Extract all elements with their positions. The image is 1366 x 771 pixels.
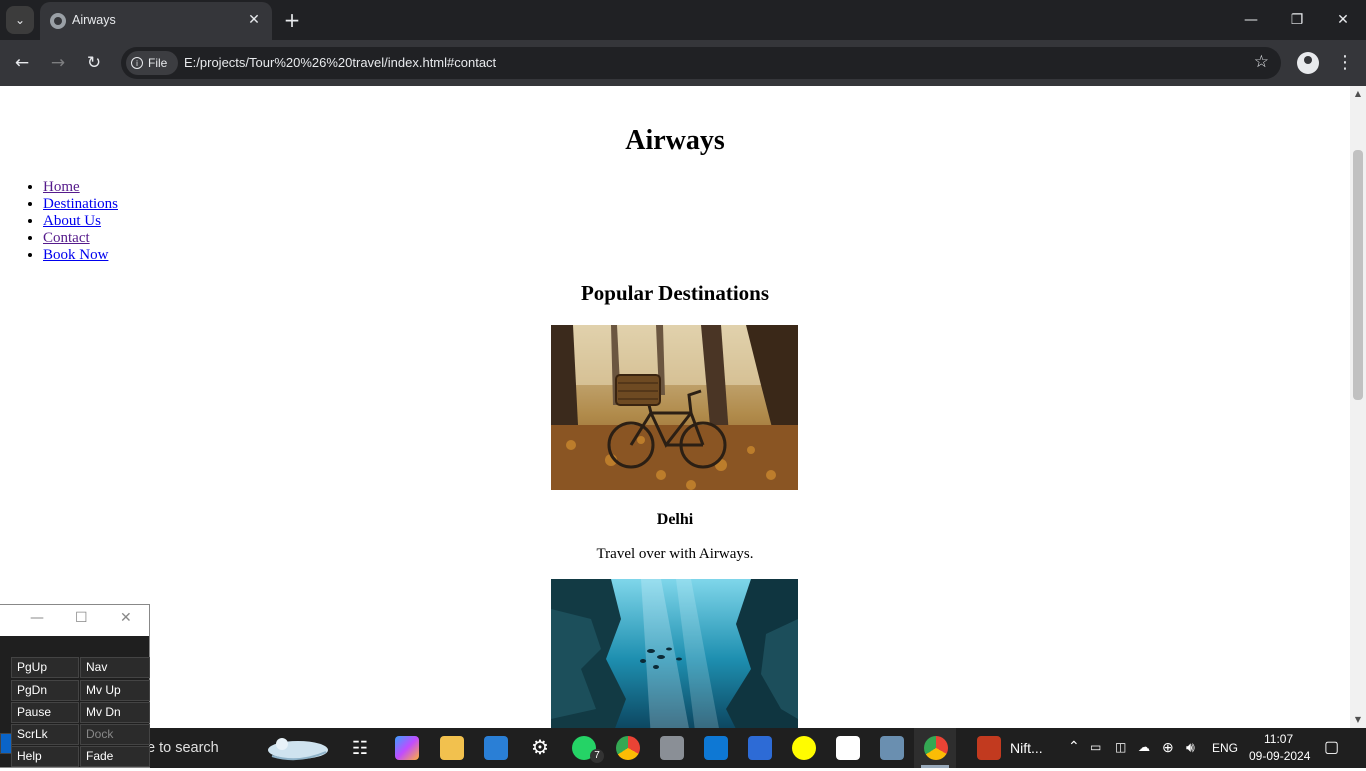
page-viewport: Airways Home Destinations About Us Conta… [0, 86, 1350, 728]
close-window-icon: ✕ [1337, 12, 1349, 28]
page-scrollbar[interactable]: ▲ ▼ [1350, 86, 1366, 728]
running-app-label[interactable]: Nift... [1010, 740, 1043, 756]
meet-icon[interactable]: ◫ [1115, 740, 1126, 754]
nav-link-about[interactable]: About Us [43, 213, 101, 229]
osk-key-pgdn[interactable]: PgDn [11, 680, 79, 701]
camera-icon[interactable] [660, 736, 684, 760]
battery-icon[interactable]: ▭ [1090, 740, 1101, 754]
osk-key-help[interactable]: Help [11, 746, 79, 767]
file-explorer-icon[interactable] [440, 736, 464, 760]
osk-titlebar: — ☐ ✕ [0, 605, 149, 636]
tab-search-button[interactable]: ⌄ [6, 6, 34, 34]
nav-item-book: Book Now [43, 247, 118, 264]
whatsapp-badge: 7 [590, 749, 604, 763]
cloud-icon[interactable]: ☁ [1138, 740, 1150, 754]
site-info-label: File [148, 56, 168, 70]
language-indicator[interactable]: ENG [1212, 741, 1238, 755]
minimize-icon: — [1244, 12, 1258, 28]
chrome-active-icon[interactable] [924, 736, 948, 760]
close-icon[interactable]: ✕ [244, 10, 264, 30]
nav-item-home: Home [43, 179, 118, 196]
osk-key-scrlk[interactable]: ScrLk [11, 724, 79, 745]
site-title: Airways [625, 125, 725, 156]
nav-item-contact: Contact [43, 230, 118, 247]
on-screen-keyboard-window: — ☐ ✕ PgUp Nav PgDn Mv Up Pause Mv Dn Sc… [0, 604, 150, 768]
info-icon: i [131, 57, 143, 69]
nav-item-about: About Us [43, 213, 118, 230]
osk-key-dock[interactable]: Dock [80, 724, 150, 745]
restore-button[interactable]: ❐ [1274, 0, 1320, 40]
reload-icon: ↻ [86, 53, 102, 73]
globe-icon [50, 13, 66, 29]
tab-title: Airways [72, 13, 116, 27]
destination-description: Travel over with Airways. [596, 546, 754, 562]
tab-strip: ⌄ Airways ✕ + — ❐ ✕ [0, 0, 1366, 40]
chevron-up-icon[interactable]: ⌃ [1068, 738, 1080, 755]
address-bar[interactable]: i File E:/projects/Tour%20%26%20travel/i… [121, 47, 1281, 79]
clock-date[interactable]: 09-09-2024 [1249, 749, 1310, 763]
scroll-down-icon[interactable]: ▼ [1350, 712, 1366, 728]
store-icon[interactable] [748, 736, 772, 760]
site-nav: Home Destinations About Us Contact Book … [0, 179, 118, 264]
task-view-icon[interactable]: ☷ [348, 736, 372, 760]
arrow-left-icon: ← [14, 53, 30, 73]
kebab-menu-icon[interactable]: ⋮ [1336, 50, 1354, 76]
chevron-down-icon: ⌄ [14, 13, 26, 27]
osk-key-fade[interactable]: Fade [80, 746, 150, 767]
reload-button[interactable]: ↻ [81, 50, 107, 76]
snapchat-icon[interactable] [792, 736, 816, 760]
copilot-icon[interactable] [395, 736, 419, 760]
clock-time[interactable]: 11:07 [1264, 732, 1293, 746]
url-text[interactable]: E:/projects/Tour%20%26%20travel/index.ht… [184, 55, 496, 70]
scroll-thumb[interactable] [1353, 150, 1363, 400]
osk-minimize-icon[interactable]: — [30, 610, 44, 626]
osk-key-pause[interactable]: Pause [11, 702, 79, 723]
restore-icon: ❐ [1290, 12, 1304, 28]
chrome-icon[interactable] [616, 736, 640, 760]
site-info-chip[interactable]: i File [126, 51, 178, 75]
volume-icon[interactable]: 🔊︎ [1186, 739, 1195, 756]
close-window-button[interactable]: ✕ [1320, 0, 1366, 40]
nav-item-destinations: Destinations [43, 196, 118, 213]
network-globe-icon[interactable]: ⊕ [1162, 739, 1174, 756]
browser-toolbar: ← → ↻ i File E:/projects/Tour%20%26%20tr… [0, 40, 1366, 86]
nav-link-destinations[interactable]: Destinations [43, 196, 118, 212]
notification-icon[interactable]: ▢ [1324, 737, 1339, 757]
vscode-icon[interactable] [704, 736, 728, 760]
arrow-right-icon: → [50, 53, 66, 73]
destination-name: Delhi [656, 511, 694, 528]
app-icon[interactable] [836, 736, 860, 760]
scroll-up-icon[interactable]: ▲ [1350, 86, 1366, 102]
mail-icon[interactable] [484, 736, 508, 760]
forward-button[interactable]: → [45, 50, 71, 76]
destination-image-underwater [551, 579, 798, 728]
osk-key-nav[interactable]: Nav [80, 657, 150, 678]
control-panel-icon[interactable] [880, 736, 904, 760]
osk-key-mv-dn[interactable]: Mv Dn [80, 702, 150, 723]
star-icon[interactable]: ☆ [1254, 52, 1269, 72]
section-title: Popular Destinations [580, 281, 770, 305]
nav-link-home[interactable]: Home [43, 179, 80, 195]
taskbar-search-text[interactable]: e to search [147, 740, 219, 756]
minimize-button[interactable]: — [1228, 0, 1274, 40]
osk-maximize-icon[interactable]: ☐ [75, 610, 88, 626]
plus-icon: + [283, 8, 301, 32]
destination-image-delhi [551, 325, 798, 490]
nav-link-contact[interactable]: Contact [43, 230, 90, 246]
tab-airways[interactable]: Airways ✕ [40, 2, 272, 40]
new-tab-button[interactable]: + [280, 8, 304, 32]
osk-close-icon[interactable]: ✕ [120, 610, 132, 626]
back-button[interactable]: ← [9, 50, 35, 76]
taskbar: e to search ☷ ⚙ 7 Nift... ⌃ ▭ ◫ ☁ ⊕ 🔊︎ E… [0, 728, 1366, 768]
nav-link-book-now[interactable]: Book Now [43, 247, 108, 263]
settings-gear-icon[interactable]: ⚙ [528, 736, 552, 760]
osk-key-pgup[interactable]: PgUp [11, 657, 79, 678]
osk-key-mv-up[interactable]: Mv Up [80, 680, 150, 701]
chart-app-icon[interactable] [977, 736, 1001, 760]
profile-icon[interactable] [1297, 52, 1319, 74]
search-highlight-icon[interactable] [262, 730, 334, 766]
